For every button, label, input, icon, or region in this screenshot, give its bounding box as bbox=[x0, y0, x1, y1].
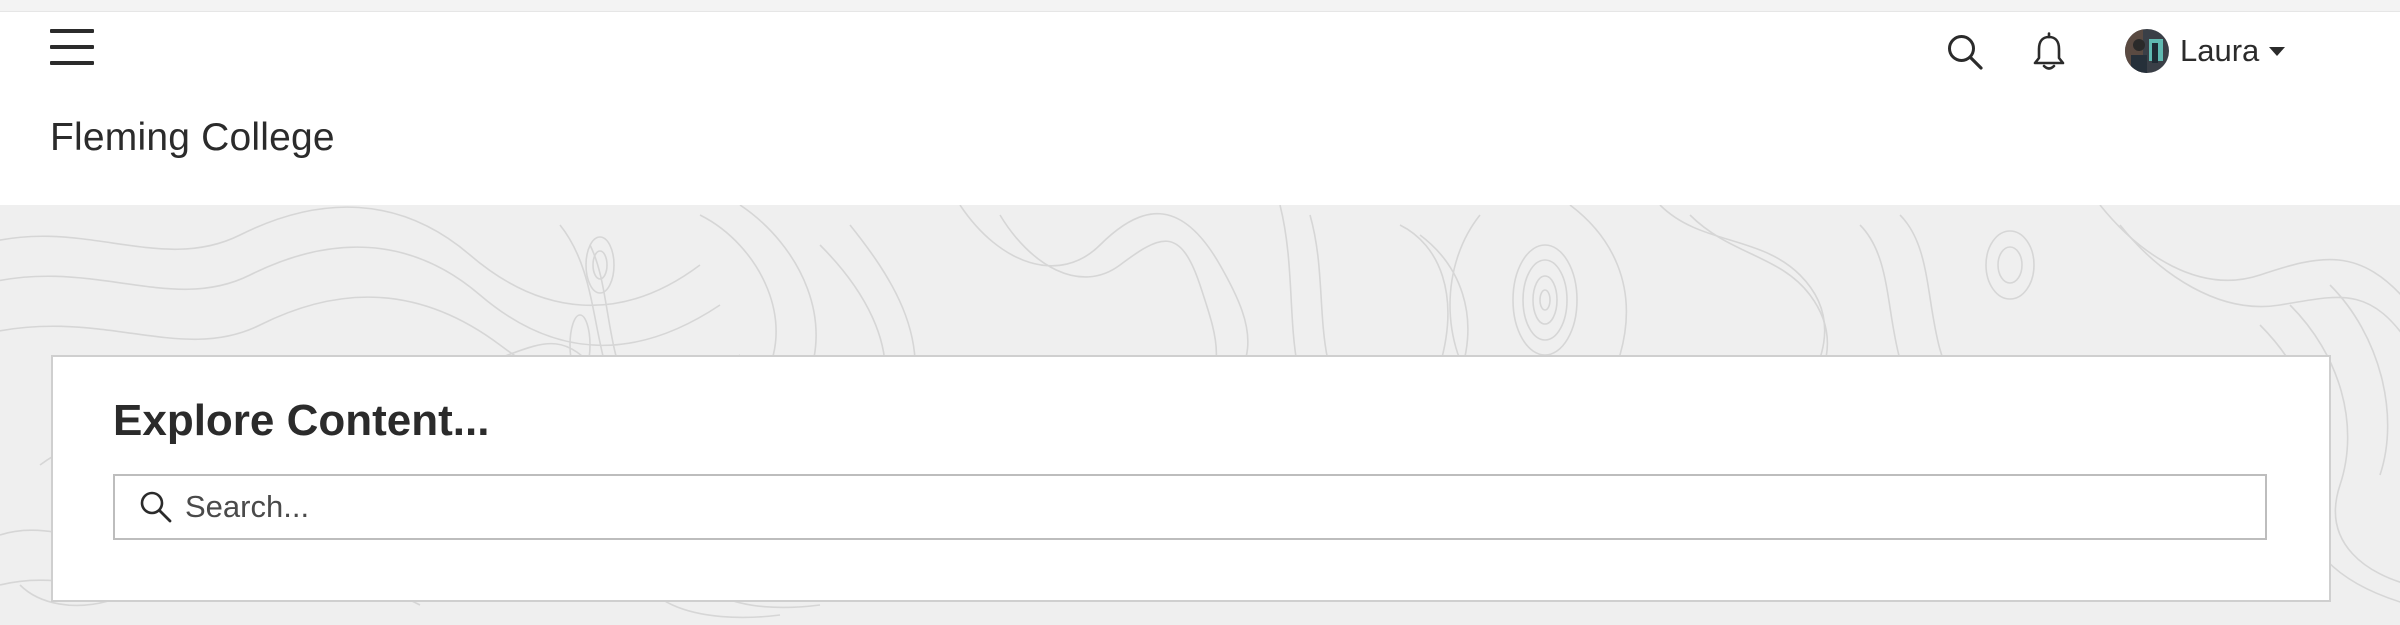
caret-down-icon bbox=[2269, 46, 2286, 56]
browser-top-strip bbox=[0, 0, 2400, 12]
bell-icon[interactable] bbox=[2027, 30, 2071, 74]
site-title: Fleming College bbox=[50, 116, 335, 159]
user-avatar bbox=[2125, 29, 2169, 73]
hero-banner: Explore Content... bbox=[0, 205, 2400, 625]
site-header: Fleming College Laura bbox=[0, 12, 2400, 205]
search-icon[interactable] bbox=[1943, 30, 1987, 74]
search-input[interactable] bbox=[185, 482, 2235, 532]
content-search-box[interactable] bbox=[113, 474, 2267, 540]
user-menu[interactable]: Laura bbox=[2125, 26, 2286, 76]
explore-content-panel: Explore Content... bbox=[51, 355, 2331, 602]
search-icon bbox=[140, 491, 172, 523]
user-name: Laura bbox=[2180, 33, 2260, 68]
hamburger-menu-icon[interactable] bbox=[48, 25, 96, 69]
explore-content-title: Explore Content... bbox=[113, 396, 490, 445]
